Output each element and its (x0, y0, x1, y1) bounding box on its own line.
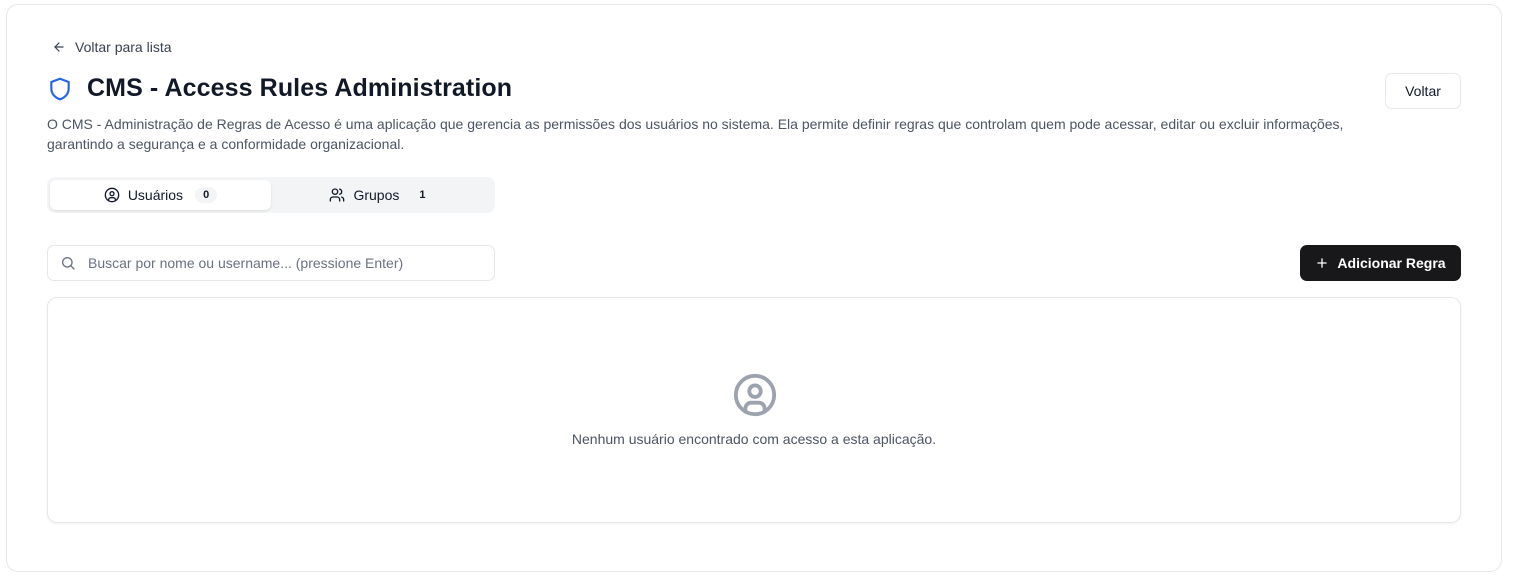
page-title: CMS - Access Rules Administration (87, 74, 513, 102)
add-rule-button[interactable]: Adicionar Regra (1300, 245, 1461, 281)
search-icon (61, 257, 75, 270)
tab-usuarios-label: Usuários (127, 187, 184, 203)
tab-grupos-label: Grupos (353, 187, 400, 203)
search-field (47, 245, 495, 281)
user-circle-icon (733, 373, 777, 417)
page-description: O CMS - Administração de Regras de Acess… (47, 116, 1344, 152)
voltar-button[interactable]: Voltar (1385, 73, 1461, 109)
back-to-list-link[interactable]: Voltar para lista (52, 38, 172, 56)
tab-usuarios[interactable]: Usuários 0 (50, 180, 271, 210)
arrow-left-icon (54, 42, 64, 52)
user-circle-icon (104, 187, 120, 203)
back-to-list-label: Voltar para lista (75, 39, 172, 55)
page-header: CMS - Access Rules Administration (47, 74, 512, 103)
tab-grupos[interactable]: Grupos 1 (271, 180, 492, 210)
tab-usuarios-count-badge: 0 (195, 187, 218, 203)
empty-state-message: Nenhum usuário encontrado com acesso a e… (571, 431, 937, 447)
plus-icon (1317, 258, 1328, 268)
users-icon (330, 188, 345, 202)
tab-grupos-count-badge: 1 (419, 189, 426, 201)
empty-state-panel: Nenhum usuário encontrado com acesso a e… (47, 297, 1461, 523)
search-input[interactable] (88, 255, 494, 271)
tab-list: Usuários 0 Grupos 1 (47, 177, 495, 213)
shield-icon (50, 77, 70, 100)
add-rule-label: Adicionar Regra (1337, 255, 1446, 271)
